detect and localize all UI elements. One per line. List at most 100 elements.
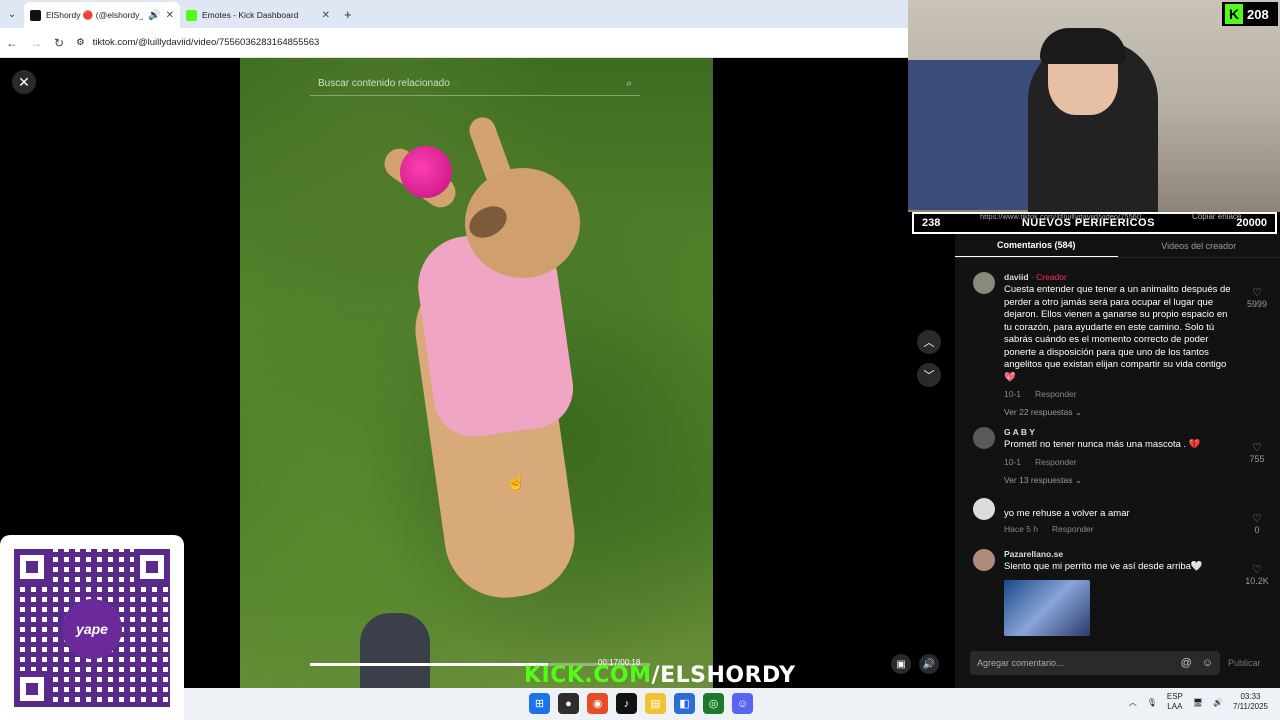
new-tab-button[interactable]: +	[336, 7, 360, 28]
video-progress-fill	[310, 663, 548, 666]
qr-pattern: yape	[14, 549, 170, 707]
folder-icon[interactable]: ▤	[645, 693, 666, 714]
site-info-icon[interactable]: ⚙	[76, 37, 85, 48]
microphone-icon[interactable]: 🎙	[1147, 698, 1157, 707]
video-player[interactable]: Buscar contenido relacionado ⌕ ☝ 00:17/0…	[240, 58, 713, 688]
publish-button[interactable]: Publicar	[1228, 658, 1261, 668]
avatar[interactable]	[973, 272, 995, 294]
previous-video-button[interactable]: ︿	[917, 330, 941, 354]
viewer-number: 208	[1247, 6, 1269, 22]
taskbar: ⊞ ● ◉ ♪ ▤ ◧ ◎ ☺ ︿ 🎙 ESP LAA 🖥 🔊 03:33 7/11…	[184, 688, 1280, 720]
reply-button[interactable]: Responder	[1052, 524, 1094, 534]
search-icon[interactable]: ⌕	[626, 78, 632, 89]
discord-icon[interactable]: ☺	[732, 693, 753, 714]
like-count: 755	[1249, 454, 1265, 464]
volume-icon[interactable]: 🔊	[919, 654, 939, 674]
pip-icon[interactable]: ▣	[891, 654, 911, 674]
view-replies-button[interactable]: Ver 13 respuestas ⌄	[1004, 475, 1236, 486]
yape-logo: yape	[62, 599, 122, 659]
tab-comments[interactable]: Comentarios (584)	[955, 234, 1118, 257]
close-icon[interactable]: ✕	[12, 70, 36, 94]
mention-icon[interactable]: @	[1181, 657, 1192, 669]
screen: ⌄ ElShordy 🔴 (@elshordy_) 🔊 ✕ Emotes - K…	[0, 0, 1280, 720]
avatar[interactable]	[973, 498, 995, 520]
comment-text: Siento que mi perrito me ve así desde ar…	[1004, 561, 1203, 572]
heart-icon: ♡	[1252, 442, 1262, 454]
tiktok-icon[interactable]: ♪	[616, 693, 637, 714]
speaker-icon[interactable]: 🔊	[148, 10, 160, 21]
comment-author[interactable]: Pazarellano.se	[1004, 549, 1236, 559]
mouse-cursor-icon: ☝	[506, 474, 526, 491]
heart-icon: ♡	[1252, 513, 1262, 525]
emoji-icon[interactable]: ☺	[1202, 657, 1213, 669]
close-tab-icon[interactable]: ✕	[166, 10, 174, 21]
related-search-input[interactable]: Buscar contenido relacionado ⌕	[310, 72, 640, 96]
comment-author[interactable]: G A B Y	[1004, 427, 1236, 437]
next-video-button[interactable]: ﹀	[917, 363, 941, 387]
heart-icon: ♡	[1252, 564, 1262, 576]
url-text: tiktok.com/@luillydaviid/video/755603628…	[92, 37, 320, 48]
forward-icon[interactable]: →	[30, 36, 42, 50]
kick-channel-overlay: KICK.COM/ELSHORDY	[524, 663, 796, 688]
browser-tab-bar: ⌄ ElShordy 🔴 (@elshordy_) 🔊 ✕ Emotes - K…	[0, 0, 908, 28]
pink-ball	[400, 146, 452, 198]
kick-favicon-icon	[186, 9, 197, 21]
bed	[908, 60, 1048, 210]
tab-elshordy[interactable]: ElShordy 🔴 (@elshordy_) 🔊 ✕	[24, 2, 180, 28]
comment-date: 10-1	[1004, 456, 1022, 467]
comment-text: Cuesta entender que tener a un animalito…	[1004, 284, 1231, 383]
tab-kick-dashboard[interactable]: Emotes - Kick Dashboard ✕	[180, 2, 336, 28]
network-icon[interactable]: 🖥	[1193, 698, 1203, 707]
goal-current: 238	[922, 217, 941, 229]
comment-date: 10-1	[1004, 389, 1022, 399]
webcam-feed	[908, 0, 1280, 212]
comment-author[interactable]: daviid · Creador	[1004, 272, 1236, 282]
url-field[interactable]: ⚙ tiktok.com/@luillydaviid/video/7556036…	[76, 37, 319, 48]
xbox-icon[interactable]: ◎	[703, 693, 724, 714]
qr-finder	[14, 549, 50, 585]
address-bar: ← → ↻ ⚙ tiktok.com/@luillydaviid/video/7…	[0, 28, 908, 58]
comment-placeholder: Agregar comentario...	[977, 658, 1064, 668]
avatar[interactable]	[973, 427, 995, 449]
chevron-up-icon[interactable]: ︿	[1129, 697, 1137, 708]
close-tab-icon[interactable]: ✕	[322, 10, 330, 21]
app-icon[interactable]: ◧	[674, 693, 695, 714]
like-button[interactable]: ♡ 5999	[1237, 286, 1277, 309]
comment-gif[interactable]	[1004, 579, 1090, 636]
shoe	[360, 613, 430, 688]
kick-brand-prefix: KICK.COM	[524, 663, 652, 688]
comment-date: Hace 5 h	[1004, 523, 1039, 534]
qr-finder	[14, 671, 50, 707]
language-indicator[interactable]: ESP LAA	[1167, 692, 1183, 712]
heart-icon: ♡	[1252, 287, 1262, 299]
comments-panel: Comentarios (584) Videos del creador dav…	[955, 234, 1280, 688]
like-button[interactable]: ♡ 0	[1237, 512, 1277, 535]
like-count: 5999	[1246, 299, 1268, 309]
comment-input[interactable]: Agregar comentario... @ ☺	[970, 651, 1220, 675]
kick-brand-suffix: /ELSHORDY	[651, 663, 796, 688]
comment-text: Prometí no tener nunca más una mascota .…	[1004, 439, 1201, 450]
share-link[interactable]: https://www.tiktok.com/@luillydaviid/vid…	[980, 212, 1147, 221]
volume-icon[interactable]: 🔊	[1213, 698, 1223, 707]
viewer-count: K 208	[1222, 2, 1278, 26]
copy-link-button[interactable]: Copiar enlace	[1192, 212, 1241, 221]
clock[interactable]: 03:33 7/11/2025	[1233, 692, 1268, 712]
back-icon[interactable]: ←	[6, 36, 18, 50]
windows-start-icon[interactable]: ⊞	[529, 693, 550, 714]
like-button[interactable]: ♡ 755	[1237, 441, 1277, 464]
avatar[interactable]	[973, 549, 995, 571]
tab-search-icon[interactable]: ⌄	[0, 0, 24, 28]
search-placeholder: Buscar contenido relacionado	[318, 78, 450, 89]
reply-button[interactable]: Responder	[1035, 457, 1077, 467]
streamer-hair	[1040, 28, 1126, 64]
tab-title: Emotes - Kick Dashboard	[202, 10, 299, 20]
chrome-icon[interactable]: ◉	[587, 693, 608, 714]
view-replies-button[interactable]: Ver 22 respuestas ⌄	[1004, 407, 1236, 418]
tab-creator-videos[interactable]: Videos del creador	[1118, 234, 1280, 257]
reload-icon[interactable]: ↻	[54, 36, 64, 50]
like-count: 0	[1254, 525, 1260, 535]
reply-button[interactable]: Responder	[1035, 389, 1077, 399]
like-button[interactable]: ♡ 10.2K	[1237, 563, 1277, 586]
yape-qr-code: yape	[0, 535, 184, 720]
obs-icon[interactable]: ●	[558, 693, 579, 714]
